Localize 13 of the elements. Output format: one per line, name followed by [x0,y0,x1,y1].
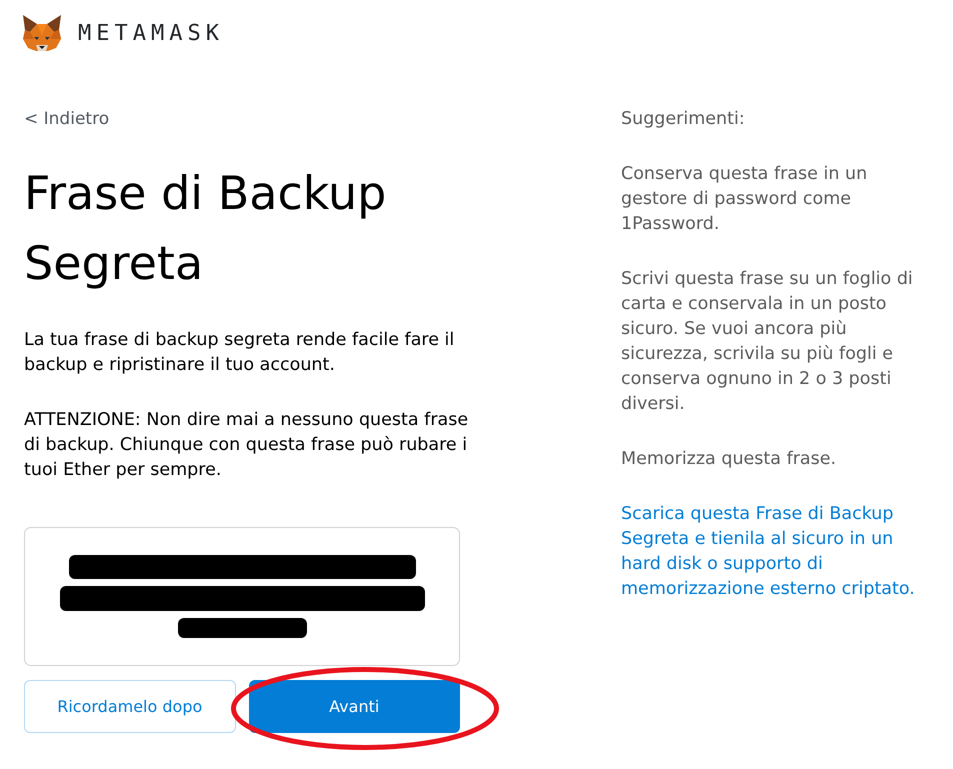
tip-text: Conserva questa frase in un gestore di password come 1Password. [621,163,868,236]
page-title: Frase di Backup Segreta [24,165,388,292]
next-button[interactable]: Avanti [248,680,460,733]
brand-name: METAMASK [78,22,224,46]
fox-logo-icon [22,15,62,53]
back-link[interactable]: < Indietro [24,107,110,132]
download-link[interactable]: Scarica questa Frase di Backup Segreta e tienila al sicuro in un hard disk o supporto di memorizzazione esterno criptato. [621,502,933,602]
tips-heading: Suggerimenti: [621,108,745,131]
tip-text: Memorizza questa frase. [621,448,836,471]
remind-later-button[interactable]: Ricordamelo dopo [24,680,236,733]
description-text: La tua frase di backup segreta rende facile fare il backup e ripristinare il tuo account. [24,329,456,377]
description-text: ATTENZIONE: Non dire mai a nessuno questa frase di backup. Chiunque con questa frase può rubare i tuoi Ether per sempre. [24,409,470,482]
tip-text: Scrivi questa frase su un foglio di carta e conservala in un posto sicuro. Se vuoi ancora più sicurezza, scrivila su più fogli e conserva ognuno in 2 o 3 posti diversi. [621,268,914,416]
